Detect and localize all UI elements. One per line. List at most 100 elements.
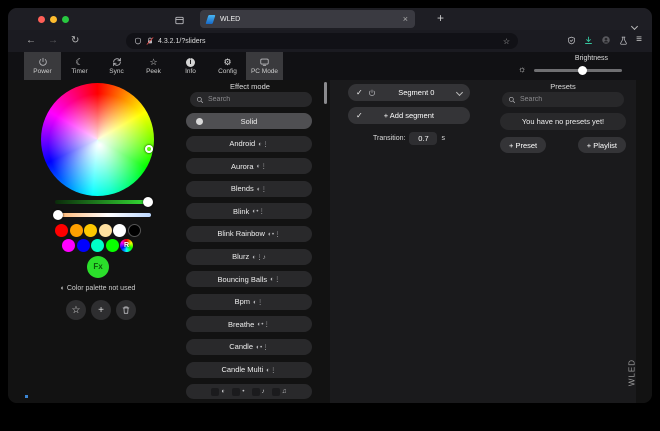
swatch-white[interactable] <box>113 224 126 237</box>
profile-avatar-icon[interactable] <box>601 35 611 45</box>
navbar-actions: ≡ <box>567 34 642 46</box>
effect-item-bpm[interactable]: Bpm ◐⋮ <box>186 293 312 310</box>
effect-item-blink[interactable]: Blink ◐•⋮ <box>186 203 312 220</box>
effect-item-android[interactable]: Android ◐⋮ <box>186 135 312 152</box>
swatch-wheat[interactable] <box>98 224 112 237</box>
brightness-slider-thumb[interactable] <box>578 66 587 75</box>
swatch-orange[interactable] <box>69 224 83 237</box>
segment-power-icon[interactable] <box>368 89 376 97</box>
effect-item-blends[interactable]: Blends ◐⋮ <box>186 180 312 197</box>
add-preset-button[interactable]: + Preset <box>500 137 547 153</box>
tab-close-icon[interactable]: × <box>403 14 408 24</box>
plus-icon: + <box>98 304 104 316</box>
segment-checkbox[interactable]: ✓ <box>356 88 363 97</box>
new-tab-button[interactable]: + <box>437 11 444 25</box>
filter-checkbox[interactable] <box>232 387 241 396</box>
toolbar-tab-peek[interactable]: ☆ Peek <box>135 52 172 80</box>
effect-item-solid[interactable]: Solid <box>186 113 312 129</box>
filter-checkbox[interactable] <box>251 387 260 396</box>
power-icon <box>38 57 47 66</box>
transition-input[interactable] <box>409 132 438 145</box>
effect-item-aurora[interactable]: Aurora ◐⋮ <box>186 158 312 175</box>
effects-search[interactable] <box>190 92 312 107</box>
quick-colors-row-1 <box>55 224 141 237</box>
swatch-black[interactable] <box>127 224 141 237</box>
dot-filter-icon: • <box>242 388 245 395</box>
swatch-gold[interactable] <box>84 224 97 237</box>
effect-item-blurz[interactable]: Blurz ◐⋮♪ <box>186 248 312 265</box>
toolbar-tab-label: Sync <box>109 68 124 75</box>
palette-status: ◐ Color palette not used <box>8 285 188 292</box>
brightness-slider[interactable] <box>534 66 622 75</box>
frequency-notes-filter-icon: ♫ <box>281 388 287 395</box>
add-segment-button[interactable]: ✓ + Add segment <box>348 107 470 124</box>
swatch-green[interactable] <box>105 239 119 252</box>
transition-row: Transition: s <box>348 132 470 145</box>
insecure-lock-icon[interactable] <box>146 37 154 45</box>
filter-checkbox[interactable] <box>211 387 220 396</box>
white-slider-thumb[interactable] <box>53 210 63 220</box>
swatch-magenta[interactable] <box>62 239 75 252</box>
presets-title: Presets <box>550 82 576 91</box>
presets-search[interactable] <box>502 92 624 107</box>
value-slider-thumb[interactable] <box>143 197 153 207</box>
filter-checkbox[interactable] <box>271 387 280 396</box>
segment-checkbox[interactable]: ✓ <box>356 111 363 120</box>
color-wheel[interactable] <box>41 83 154 196</box>
filter-palette[interactable]: ◐ <box>211 387 225 396</box>
app-menu-icon[interactable]: ≡ <box>636 34 642 46</box>
swatch-turquoise[interactable] <box>91 239 104 252</box>
presets-search-input[interactable] <box>520 96 610 103</box>
url-bar[interactable]: 4.3.2.1/?sliders ☆ <box>126 33 518 49</box>
effect-flag-icons: ◐⋮ <box>270 276 281 284</box>
swatch-blue[interactable] <box>76 239 90 252</box>
white-slider[interactable] <box>53 210 151 220</box>
filter-1d[interactable]: • <box>232 387 245 396</box>
minimize-window-button[interactable] <box>50 16 57 23</box>
swatch-random[interactable]: R <box>120 239 133 252</box>
effect-name: Blink Rainbow <box>217 229 265 239</box>
effect-flag-icons: ◐⋮ <box>266 366 277 374</box>
bookmark-star-icon[interactable]: ☆ <box>503 37 510 46</box>
effect-item-candle-multi[interactable]: Candle Multi ◐⋮ <box>186 361 312 378</box>
extensions-flask-icon[interactable] <box>619 36 628 45</box>
toolbar-tab-config[interactable]: ⚙ Config <box>209 52 246 80</box>
favorite-color-button[interactable]: ☆ <box>66 300 86 320</box>
zoom-window-button[interactable] <box>62 16 69 23</box>
effects-search-input[interactable] <box>208 96 298 103</box>
url-text[interactable]: 4.3.2.1/?sliders <box>158 38 205 45</box>
toolbar-tab-power[interactable]: Power <box>24 52 61 80</box>
segment-expand-chevron-icon[interactable] <box>455 88 464 97</box>
effect-item-blink-rainbow[interactable]: Blink Rainbow ◐•⋮ <box>186 225 312 242</box>
add-playlist-button[interactable]: + Playlist <box>577 137 626 153</box>
back-icon[interactable]: ← <box>26 35 36 46</box>
effect-item-candle[interactable]: Candle ◐•⋮ <box>186 338 312 355</box>
effects-scrollbar[interactable] <box>324 82 327 104</box>
forward-icon[interactable]: → <box>48 35 58 46</box>
toolbar-tab-pc-mode[interactable]: PC Mode <box>246 52 283 80</box>
star-icon: ☆ <box>71 304 81 316</box>
effect-item-breathe[interactable]: Breathe ◐•⋮ <box>186 316 312 333</box>
permissions-shield-icon[interactable] <box>567 36 576 45</box>
color-wheel-picker[interactable] <box>145 145 153 153</box>
value-slider[interactable] <box>55 197 153 207</box>
close-window-button[interactable] <box>38 16 45 23</box>
effect-name: Candle <box>229 342 254 352</box>
transition-label: Transition: <box>373 135 406 142</box>
effect-item-bouncing-balls[interactable]: Bouncing Balls ◐⋮ <box>186 271 312 288</box>
add-color-button[interactable]: + <box>91 300 111 320</box>
tracking-protection-shield-icon[interactable] <box>134 37 142 45</box>
reload-icon[interactable]: ↻ <box>71 35 79 46</box>
tab-overview-icon[interactable] <box>174 13 185 31</box>
fx-color-slot-button[interactable]: Fx <box>87 256 109 278</box>
swatch-red[interactable] <box>55 224 68 237</box>
filter-volume[interactable]: ♪ <box>251 387 265 396</box>
filter-frequency[interactable]: ♫ <box>271 387 287 396</box>
download-icon[interactable] <box>584 36 593 45</box>
toolbar-tab-sync[interactable]: Sync <box>98 52 135 80</box>
browser-tab[interactable]: WLED × <box>200 10 415 28</box>
delete-color-button[interactable] <box>116 300 136 320</box>
segment-header[interactable]: ✓ Segment 0 <box>348 84 470 101</box>
toolbar-tab-timer[interactable]: ☾ Timer <box>61 52 98 80</box>
toolbar-tab-info[interactable]: i Info <box>172 52 209 80</box>
